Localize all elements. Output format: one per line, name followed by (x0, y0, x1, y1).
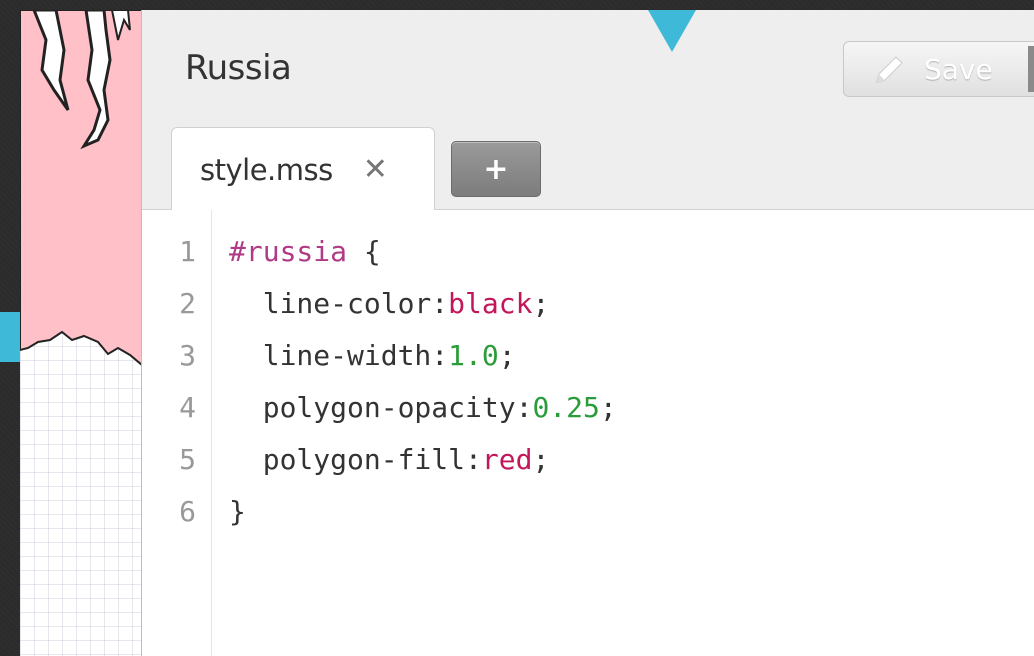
layer-title: Russia (185, 48, 292, 88)
code-text: line-width:1.0; (229, 330, 516, 382)
code-token-prop: line-width: (229, 339, 449, 372)
code-text: #russia { (229, 226, 381, 278)
code-token-punct: { (347, 235, 381, 268)
line-number: 5 (179, 443, 196, 476)
code-token-keyword: black (448, 287, 533, 320)
save-button-edge (1028, 46, 1034, 92)
code-line[interactable]: 4 polygon-opacity:0.25; (142, 382, 1034, 434)
add-tab-button[interactable]: + (451, 141, 541, 197)
code-token-prop: polygon-fill: (229, 443, 482, 476)
close-icon[interactable]: ✕ (363, 152, 388, 187)
code-line[interactable]: 6} (142, 486, 1034, 538)
code-token-number: 1.0 (448, 339, 499, 372)
pencil-icon (875, 56, 903, 84)
code-text: polygon-opacity:0.25; (229, 382, 617, 434)
code-text: polygon-fill:red; (229, 434, 550, 486)
map-preview[interactable] (20, 10, 142, 656)
line-number: 1 (179, 235, 196, 268)
code-line[interactable]: 2 line-color:black; (142, 278, 1034, 330)
code-line[interactable]: 1 #russia { (142, 226, 1034, 278)
code-token-keyword: red (481, 443, 533, 476)
tab-style-mss[interactable]: style.mss ✕ (171, 127, 435, 211)
line-number: 6 (179, 495, 196, 528)
line-number: 3 (179, 339, 196, 372)
save-button-label: Save (924, 52, 993, 86)
code-text: line-color:black; (229, 278, 550, 330)
code-line[interactable]: 5 polygon-fill:red; (142, 434, 1034, 486)
save-button[interactable]: Save (843, 41, 1034, 97)
code-token-number: 0.25 (532, 391, 600, 424)
line-number: 4 (179, 391, 196, 424)
style-editor-panel: Russia Save style.mss ✕ + 1 #russia {2 li… (142, 10, 1034, 656)
line-number: 2 (179, 287, 196, 320)
code-token-selector: #russia (229, 235, 348, 268)
map-marker (0, 312, 20, 362)
russia-polygon (20, 10, 141, 366)
code-text: } (229, 486, 246, 538)
code-token-punct: ; (532, 287, 550, 320)
code-token-prop: line-color: (229, 287, 449, 320)
code-line[interactable]: 3 line-width:1.0; (142, 330, 1034, 382)
code-editor[interactable]: 1 #russia {2 line-color:black; 3 line-widt… (142, 210, 1034, 656)
code-token-punct: ; (532, 443, 550, 476)
code-token-punct: } (229, 495, 246, 528)
tab-label: style.mss (200, 152, 333, 187)
plus-icon: + (483, 151, 509, 187)
panel-pointer (648, 10, 696, 52)
code-token-punct: ; (498, 339, 516, 372)
code-token-prop: polygon-opacity: (229, 391, 533, 424)
code-token-punct: ; (599, 391, 617, 424)
